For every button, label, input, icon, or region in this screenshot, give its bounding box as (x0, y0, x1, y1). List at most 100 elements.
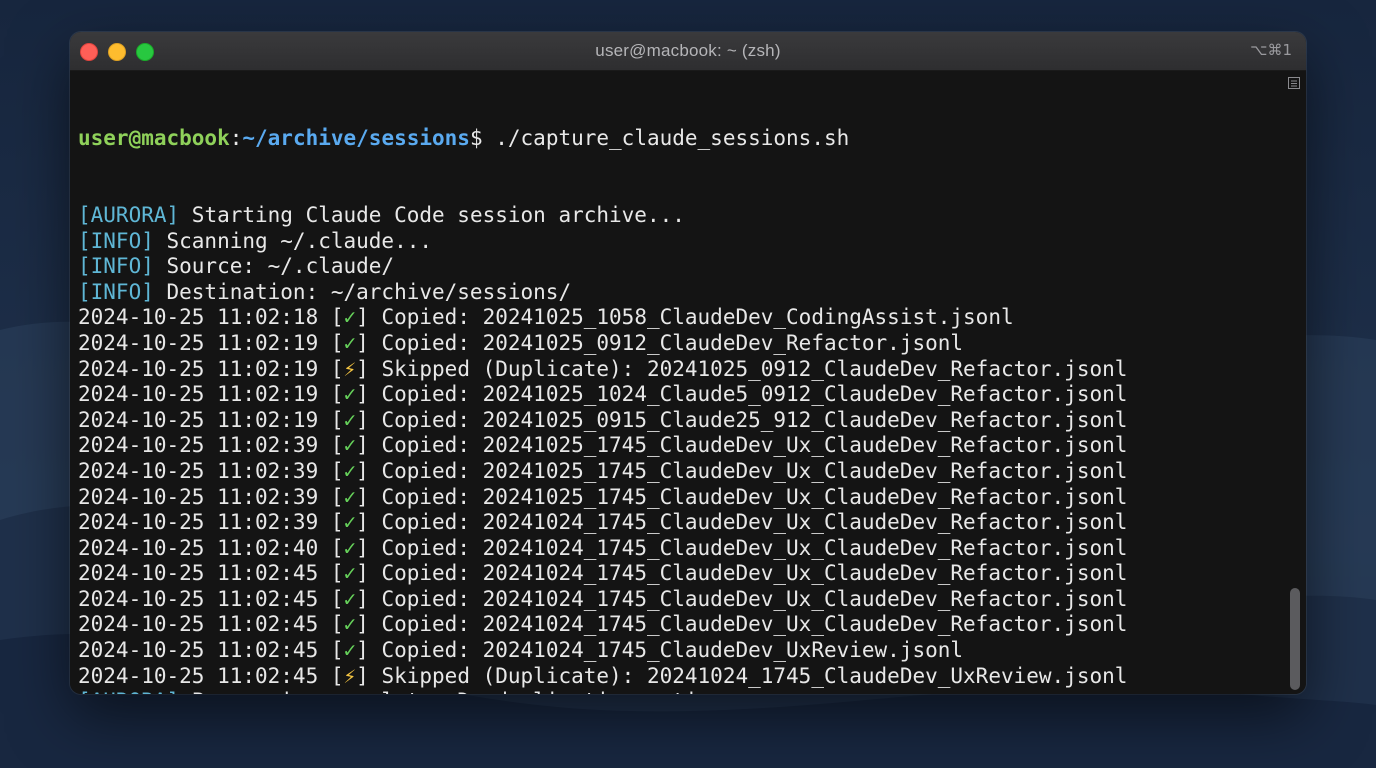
log-line: 2024-10-25 11:02:19 [✓] Copied: 20241025… (78, 408, 1276, 434)
log-bracket-open: [ (318, 586, 344, 611)
log-timestamp: 2024-10-25 11:02:39 (78, 510, 319, 535)
log-timestamp: 2024-10-25 11:02:45 (78, 638, 319, 663)
log-line: 2024-10-25 11:02:19 [✓] Copied: 20241025… (78, 382, 1276, 408)
log-timestamp: 2024-10-25 11:02:19 (78, 382, 319, 407)
log-line: 2024-10-25 11:02:39 [✓] Copied: 20241025… (78, 459, 1276, 485)
status-line: [INFO] Scanning ~/.claude... (78, 229, 1276, 255)
log-line: 2024-10-25 11:02:45 [✓] Copied: 20241024… (78, 638, 1276, 664)
scrollbar-thumb[interactable] (1290, 588, 1300, 690)
log-timestamp: 2024-10-25 11:02:39 (78, 433, 319, 458)
scroll-marks-icon[interactable] (1288, 77, 1300, 91)
status-text: Processing complete. De-duplication acti… (179, 689, 736, 694)
prompt-dollar: $ (469, 126, 483, 151)
log-text: ] Copied: 20241025_1024_Claude5_0912_Cla… (356, 382, 1128, 407)
status-line: [INFO] Destination: ~/archive/sessions/ (78, 280, 1276, 306)
log-timestamp: 2024-10-25 11:02:19 (78, 330, 319, 355)
log-bracket-open: [ (318, 433, 344, 458)
log-line: 2024-10-25 11:02:45 [✓] Copied: 20241024… (78, 587, 1276, 613)
prompt-path: ~/archive/sessions (242, 126, 470, 151)
log-bracket-open: [ (318, 612, 344, 637)
log-text: ] Copied: 20241025_1745_ClaudeDev_Ux_Cla… (356, 484, 1128, 509)
log-text: ] Copied: 20241024_1745_ClaudeDev_Ux_Cla… (356, 510, 1128, 535)
terminal-lines: user@macbook:~/archive/sessions$ ./captu… (78, 75, 1276, 694)
log-bracket-open: [ (318, 638, 344, 663)
title-bar[interactable]: user@macbook: ~ (zsh) ⌥⌘1 (70, 32, 1306, 71)
log-timestamp: 2024-10-25 11:02:45 (78, 561, 319, 586)
log-timestamp: 2024-10-25 11:02:39 (78, 458, 319, 483)
log-timestamp: 2024-10-25 11:02:45 (78, 612, 319, 637)
checkmark-icon: ✓ (343, 535, 357, 560)
checkmark-icon: ✓ (343, 586, 357, 611)
log-line: 2024-10-25 11:02:45 [✓] Copied: 20241024… (78, 561, 1276, 587)
log-bracket-open: [ (318, 663, 344, 688)
window-shortcut: ⌥⌘1 (1250, 41, 1292, 59)
status-line: [INFO] Source: ~/.claude/ (78, 254, 1276, 280)
status-text: Starting Claude Code session archive... (179, 202, 685, 227)
log-text: ] Copied: 20241024_1745_ClaudeDev_Ux_Cla… (356, 535, 1128, 560)
log-text: ] Copied: 20241024_1745_ClaudeDev_UxRevi… (356, 638, 964, 663)
log-bracket-open: [ (318, 407, 344, 432)
checkmark-icon: ✓ (343, 561, 357, 586)
checkmark-icon: ✓ (343, 612, 357, 637)
log-timestamp: 2024-10-25 11:02:45 (78, 663, 319, 688)
log-text: ] Copied: 20241025_1745_ClaudeDev_Ux_Cla… (356, 458, 1128, 483)
status-line: [AURORA] Starting Claude Code session ar… (78, 203, 1276, 229)
lightning-icon: ⚡ (343, 356, 357, 381)
checkmark-icon: ✓ (343, 382, 357, 407)
lightning-icon: ⚡ (343, 663, 357, 688)
checkmark-icon: ✓ (343, 510, 357, 535)
window-title: user@macbook: ~ (zsh) (595, 41, 781, 60)
list-icon (1288, 77, 1300, 89)
command-line: user@macbook:~/archive/sessions$ ./captu… (78, 126, 1276, 152)
status-tag: [AURORA] (78, 202, 180, 227)
checkmark-icon: ✓ (343, 638, 357, 663)
log-text: ] Copied: 20241024_1745_ClaudeDev_Ux_Cla… (356, 586, 1128, 611)
log-text: ] Skipped (Duplicate): 20241025_0912_Cla… (356, 356, 1128, 381)
prompt-separator: : (229, 126, 243, 151)
log-text: ] Copied: 20241025_0912_ClaudeDev_Refact… (356, 330, 964, 355)
status-line: [AURORA] Processing complete. De-duplica… (78, 689, 1276, 694)
log-timestamp: 2024-10-25 11:02:39 (78, 484, 319, 509)
log-text: ] Copied: 20241024_1745_ClaudeDev_Ux_Cla… (356, 561, 1128, 586)
log-line: 2024-10-25 11:02:39 [✓] Copied: 20241024… (78, 510, 1276, 536)
log-line: 2024-10-25 11:02:40 [✓] Copied: 20241024… (78, 536, 1276, 562)
log-timestamp: 2024-10-25 11:02:19 (78, 407, 319, 432)
checkmark-icon: ✓ (343, 458, 357, 483)
prompt-user: user@macbook (78, 126, 230, 151)
status-tag: [INFO] (78, 254, 154, 279)
status-text: Scanning ~/.claude... (153, 228, 433, 253)
status-tag: [INFO] (78, 279, 154, 304)
log-bracket-open: [ (318, 510, 344, 535)
log-bracket-open: [ (318, 458, 344, 483)
checkmark-icon: ✓ (343, 484, 357, 509)
log-bracket-open: [ (318, 305, 344, 330)
log-timestamp: 2024-10-25 11:02:19 (78, 356, 319, 381)
log-bracket-open: [ (318, 484, 344, 509)
log-text: ] Copied: 20241025_1058_ClaudeDev_Coding… (356, 305, 1014, 330)
log-bracket-open: [ (318, 382, 344, 407)
log-line: 2024-10-25 11:02:45 [✓] Copied: 20241024… (78, 612, 1276, 638)
scrollbar[interactable] (1288, 113, 1302, 692)
log-timestamp: 2024-10-25 11:02:18 (78, 305, 319, 330)
log-line: 2024-10-25 11:02:39 [✓] Copied: 20241025… (78, 433, 1276, 459)
log-bracket-open: [ (318, 330, 344, 355)
log-line: 2024-10-25 11:02:39 [✓] Copied: 20241025… (78, 485, 1276, 511)
terminal-window: user@macbook: ~ (zsh) ⌥⌘1 user@macbook:~… (70, 32, 1306, 694)
status-text: Destination: ~/archive/sessions/ (153, 279, 572, 304)
checkmark-icon: ✓ (343, 433, 357, 458)
command-text: ./capture_claude_sessions.sh (482, 126, 850, 151)
log-bracket-open: [ (318, 561, 344, 586)
log-bracket-open: [ (318, 535, 344, 560)
log-timestamp: 2024-10-25 11:02:40 (78, 535, 319, 560)
status-text: Source: ~/.claude/ (153, 254, 395, 279)
log-line: 2024-10-25 11:02:45 [⚡] Skipped (Duplica… (78, 664, 1276, 690)
terminal-output[interactable]: user@macbook:~/archive/sessions$ ./captu… (70, 71, 1306, 694)
checkmark-icon: ✓ (343, 330, 357, 355)
log-text: ] Copied: 20241024_1745_ClaudeDev_Ux_Cla… (356, 612, 1128, 637)
log-line: 2024-10-25 11:02:19 [✓] Copied: 20241025… (78, 331, 1276, 357)
status-tag: [INFO] (78, 228, 154, 253)
log-line: 2024-10-25 11:02:18 [✓] Copied: 20241025… (78, 305, 1276, 331)
log-line: 2024-10-25 11:02:19 [⚡] Skipped (Duplica… (78, 357, 1276, 383)
checkmark-icon: ✓ (343, 305, 357, 330)
status-tag: [AURORA] (78, 689, 179, 694)
